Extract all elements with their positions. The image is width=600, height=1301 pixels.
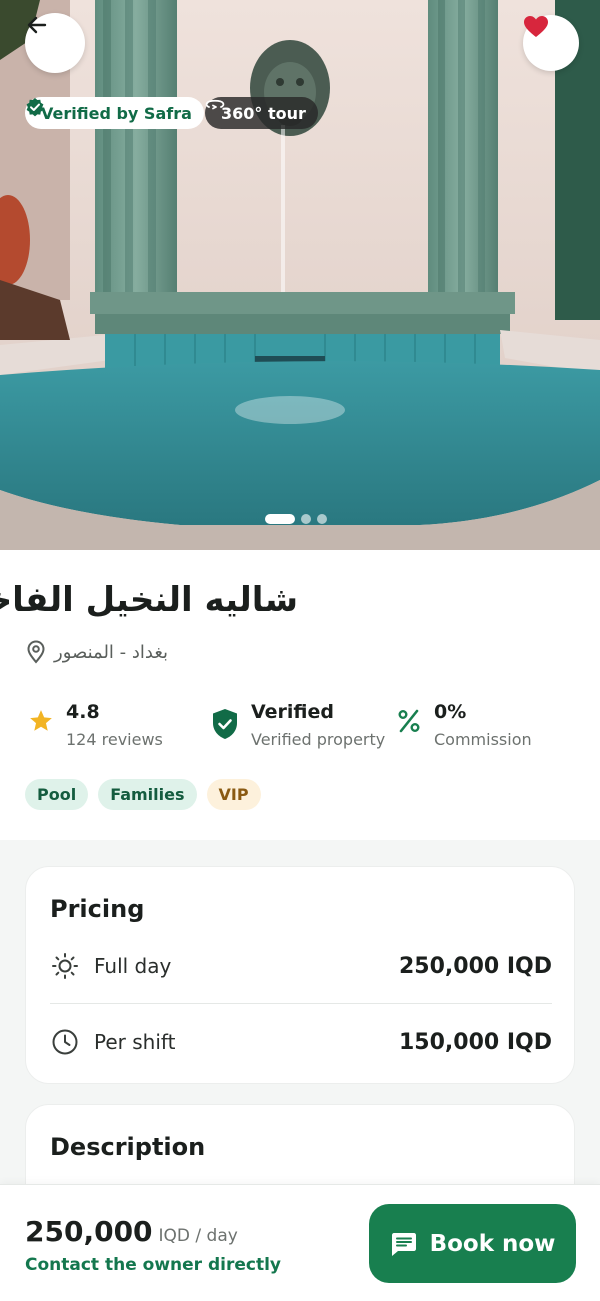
- tour-360-label: 360° tour: [221, 103, 306, 123]
- description-title: Description: [50, 1133, 206, 1161]
- pagination-dot[interactable]: [301, 514, 311, 524]
- tour-360-button[interactable]: 360° tour: [205, 97, 318, 129]
- book-now-label: Book now: [429, 1230, 556, 1257]
- commission-stat: 0% Commission: [396, 698, 532, 754]
- price-row-per-shift: Per shift 150,000 IQD: [50, 1022, 552, 1062]
- price-row-full-day: Full day 250,000 IQD: [50, 946, 552, 986]
- per-shift-price: 150,000 IQD: [398, 1029, 552, 1055]
- location-text: بغداد - المنصور: [54, 641, 169, 663]
- commission-label: Commission: [434, 730, 532, 749]
- listing-page: Verified by Safra 360° tour شاليه النخيل…: [0, 0, 600, 1301]
- listing-location: بغداد - المنصور: [26, 640, 168, 664]
- pricing-title: Pricing: [50, 895, 145, 923]
- star-icon: [28, 708, 54, 734]
- listing-stats: 4.8 124 reviews Verified Verified proper…: [0, 698, 600, 758]
- reviews-count: 124 reviews: [66, 730, 163, 749]
- favorite-button[interactable]: [523, 15, 579, 71]
- shield-check-icon: [211, 708, 239, 740]
- tag-pool: Pool: [25, 779, 89, 810]
- sun-icon: [50, 952, 80, 980]
- full-day-label: Full day: [94, 954, 172, 978]
- rating-stat[interactable]: 4.8 124 reviews: [28, 698, 163, 754]
- verified-badge-label: Verified by Safra: [41, 103, 192, 123]
- listing-info: شاليه النخيل الفاخر بغداد - المنصور 4.8 …: [0, 550, 600, 840]
- full-day-price: 250,000 IQD: [398, 953, 552, 979]
- verified-subtitle: Verified property: [251, 730, 386, 749]
- booking-bar: 250,000 IQD / day Contact the owner dire…: [0, 1184, 600, 1301]
- hero-gallery[interactable]: Verified by Safra 360° tour: [0, 0, 600, 550]
- location-pin-icon: [26, 640, 46, 664]
- hero-photo: [0, 0, 600, 550]
- tag-vip: VIP: [206, 779, 261, 810]
- tag-families: Families: [98, 779, 197, 810]
- contact-owner-link[interactable]: Contact the owner directly: [25, 1255, 281, 1275]
- commission-value: 0%: [434, 701, 467, 723]
- booking-amount: 250,000: [25, 1215, 153, 1248]
- book-now-button[interactable]: Book now: [369, 1204, 576, 1283]
- per-shift-label: Per shift: [94, 1030, 176, 1054]
- verified-stat: Verified Verified property: [211, 698, 385, 754]
- amenity-tags: Pool Families VIP: [25, 779, 261, 810]
- pricing-card: Pricing Full day 250,000 IQD Per shift 1…: [25, 866, 575, 1084]
- gallery-pagination[interactable]: [265, 514, 327, 524]
- chat-icon: [390, 1230, 418, 1258]
- pricing-divider: [50, 1003, 552, 1004]
- back-button[interactable]: [25, 13, 85, 73]
- verified-badge: Verified by Safra: [25, 97, 204, 129]
- booking-unit: IQD / day: [158, 1226, 238, 1246]
- booking-price: 250,000 IQD / day: [25, 1215, 238, 1248]
- percent-icon: [396, 708, 422, 734]
- pagination-dot[interactable]: [317, 514, 327, 524]
- pagination-dot-active[interactable]: [265, 514, 295, 524]
- verified-title: Verified: [251, 701, 335, 723]
- clock-icon: [50, 1028, 80, 1056]
- listing-title: شاليه النخيل الفاخر: [0, 580, 298, 620]
- rating-value: 4.8: [66, 701, 100, 723]
